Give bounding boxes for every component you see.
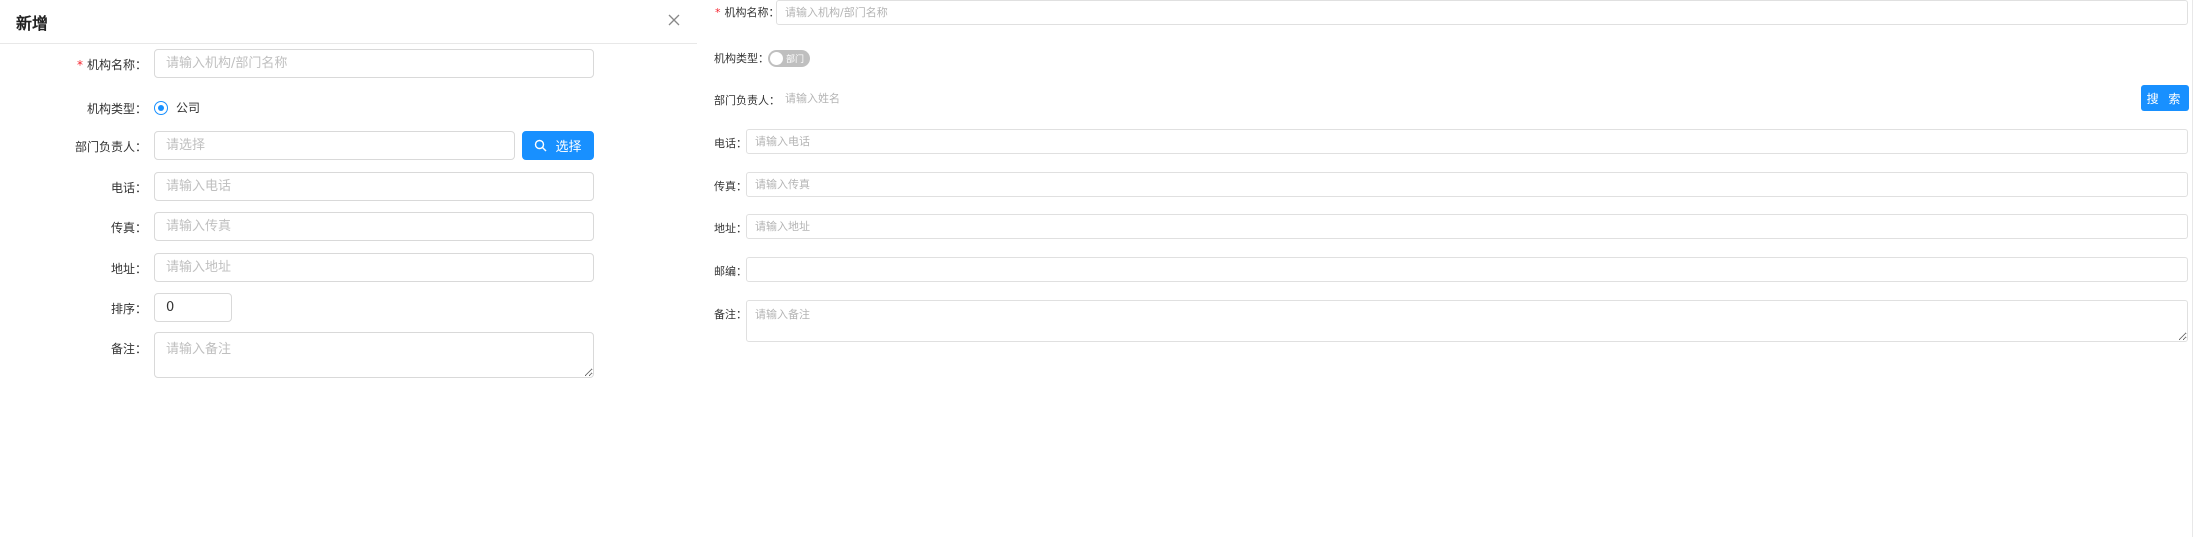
panel-address-input[interactable] xyxy=(746,214,2188,239)
panel-phone-input[interactable] xyxy=(746,129,2188,154)
panel-org-type-label: 机构类型： xyxy=(714,52,769,65)
switch-text: 部门 xyxy=(786,55,805,65)
panel-postcode-input[interactable] xyxy=(746,257,2188,282)
fax-input[interactable] xyxy=(154,212,594,241)
manager-row: 部门负责人： 选择 xyxy=(0,131,697,161)
address-input[interactable] xyxy=(154,253,594,282)
org-type-switch[interactable]: 部门 xyxy=(768,50,810,67)
fax-label: 传真： xyxy=(110,221,147,235)
panel-fax-input[interactable] xyxy=(746,172,2188,197)
panel-manager-input[interactable] xyxy=(776,86,2136,111)
remark-row: 备注： xyxy=(0,332,697,382)
sort-label: 排序： xyxy=(110,302,147,316)
fax-row: 传真： xyxy=(0,212,697,242)
org-type-row: 机构类型： 公司 xyxy=(0,93,697,123)
phone-label: 电话： xyxy=(110,181,147,195)
manager-select-input[interactable] xyxy=(154,131,515,160)
panel-postcode-label: 邮编： xyxy=(714,265,747,278)
required-mark: * xyxy=(715,6,721,19)
close-icon[interactable] xyxy=(664,10,684,30)
org-type-radio-company[interactable]: 公司 xyxy=(154,99,200,116)
panel-address-label: 地址： xyxy=(714,222,747,235)
required-mark: * xyxy=(76,58,83,72)
panel-fax-label: 传真： xyxy=(714,180,747,193)
panel-org-name-input[interactable] xyxy=(776,0,2188,25)
search-icon xyxy=(534,139,547,152)
panel-remark-textarea[interactable] xyxy=(746,300,2188,342)
switch-knob xyxy=(770,52,783,65)
address-label: 地址： xyxy=(110,262,147,276)
radio-checked-icon xyxy=(154,100,168,115)
org-form-panel: *机构名称： 机构类型： 部门 部门负责人： 搜 索 电话： 传真： 地址： 邮… xyxy=(697,0,2193,537)
add-org-modal: 新增 *机构名称： 机构类型： 公司 部门负责人： 选择 电话： xyxy=(0,0,697,537)
sort-input[interactable] xyxy=(154,293,232,322)
panel-org-name-label: * 机构名称： xyxy=(715,6,780,19)
org-type-label: 机构类型： xyxy=(86,102,147,116)
panel-manager-label: 部门负责人： xyxy=(714,94,780,107)
modal-title: 新增 xyxy=(16,14,49,33)
panel-phone-label: 电话： xyxy=(714,137,747,150)
org-name-input[interactable] xyxy=(154,49,594,78)
org-name-row: * 机构名称： xyxy=(0,49,697,79)
sort-row: 排序： xyxy=(0,293,697,323)
select-button-label: 选择 xyxy=(555,140,582,155)
phone-input[interactable] xyxy=(154,172,594,201)
panel-remark-label: 备注： xyxy=(714,308,747,321)
modal-header: 新增 xyxy=(0,0,697,44)
org-name-label: * 机构名称： xyxy=(76,58,147,72)
remark-label: 备注： xyxy=(110,342,147,356)
phone-row: 电话： xyxy=(0,172,697,202)
manager-label: 部门负责人： xyxy=(74,140,147,154)
search-manager-button[interactable]: 搜 索 xyxy=(2141,85,2189,111)
address-row: 地址： xyxy=(0,253,697,283)
select-manager-button[interactable]: 选择 xyxy=(522,131,594,160)
radio-label: 公司 xyxy=(176,101,201,115)
remark-textarea[interactable] xyxy=(154,332,594,378)
